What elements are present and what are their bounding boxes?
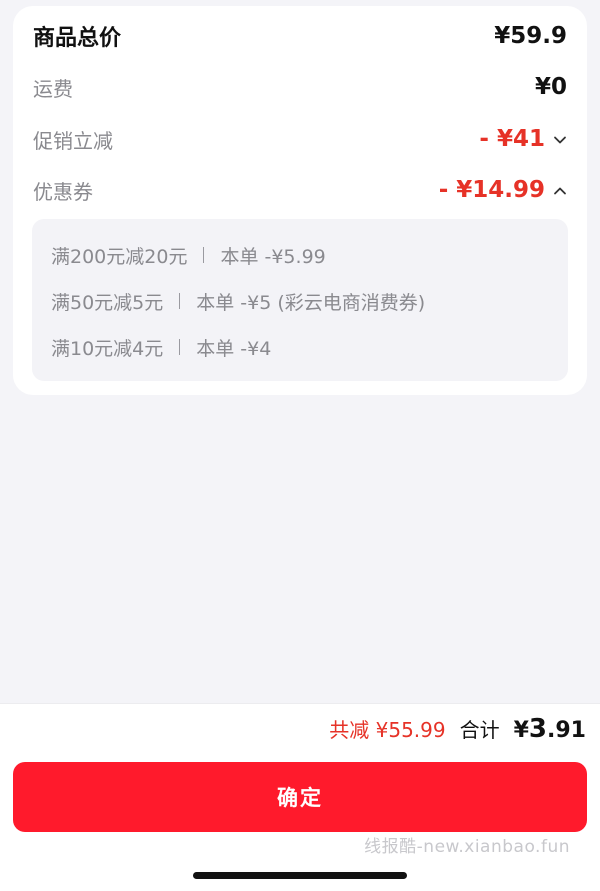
coupon-detail-list: 满200元减20元 本单 -¥5.99 满50元减5元 本单 -¥5 (彩云电商… [32, 219, 568, 381]
coupon-detail: 本单 -¥4 [196, 337, 272, 360]
shipping-row: 运费 ¥0 [33, 67, 567, 107]
chevron-up-icon[interactable] [553, 183, 567, 197]
shipping-label: 运费 [33, 76, 73, 101]
total-label: 合计 [459, 718, 500, 742]
total-price-amount: ¥59.9 [494, 23, 567, 49]
coupon-item: 满200元减20元 本单 -¥5.99 [51, 240, 326, 270]
order-summary: 共减 ¥55.99 合计 ¥3.91 [329, 714, 586, 746]
coupon-item: 满10元减4元 本单 -¥4 [51, 332, 271, 362]
total-decimal: .91 [547, 718, 586, 743]
promo-amount: - ¥41 [479, 126, 545, 152]
saved-amount: 共减 ¥55.99 [329, 718, 446, 742]
divider [179, 293, 181, 309]
coupon-item: 满50元减5元 本单 -¥5 (彩云电商消费券) [51, 286, 425, 316]
checkout-price-page: 商品总价 ¥59.9 运费 ¥0 促销立减 - ¥41 优惠券 - ¥14.99 [0, 0, 600, 891]
total-currency: ¥ [513, 718, 529, 743]
coupon-rule: 满200元减20元 [51, 245, 188, 268]
coupon-rule: 满10元减4元 [51, 337, 164, 360]
chevron-down-icon[interactable] [553, 132, 567, 146]
shipping-amount: ¥0 [534, 74, 567, 100]
promo-row[interactable]: 促销立减 - ¥41 [33, 119, 567, 159]
divider [179, 339, 181, 355]
confirm-button[interactable]: 确定 [13, 762, 587, 832]
total-price-label: 商品总价 [33, 26, 122, 51]
divider [203, 247, 205, 263]
watermark-text: 线报酷-new.xianbao.fun [364, 837, 570, 857]
total-amount: ¥3.91 [514, 714, 586, 744]
coupon-label: 优惠券 [33, 179, 93, 204]
coupon-detail: 本单 -¥5 (彩云电商消费券) [196, 291, 426, 314]
coupon-amount: - ¥14.99 [438, 177, 545, 203]
coupon-row[interactable]: 优惠券 - ¥14.99 [33, 170, 567, 210]
coupon-detail: 本单 -¥5.99 [220, 245, 326, 268]
total-integer: 3 [528, 714, 548, 744]
home-indicator[interactable] [193, 872, 407, 879]
total-price-row: 商品总价 ¥59.9 [33, 16, 567, 56]
coupon-rule: 满50元减5元 [51, 291, 164, 314]
promo-label: 促销立减 [33, 128, 113, 153]
price-detail-card: 商品总价 ¥59.9 运费 ¥0 促销立减 - ¥41 优惠券 - ¥14.99 [13, 6, 587, 395]
checkout-bar: 共减 ¥55.99 合计 ¥3.91 确定 线报酷-new.xianbao.fu… [0, 703, 600, 891]
